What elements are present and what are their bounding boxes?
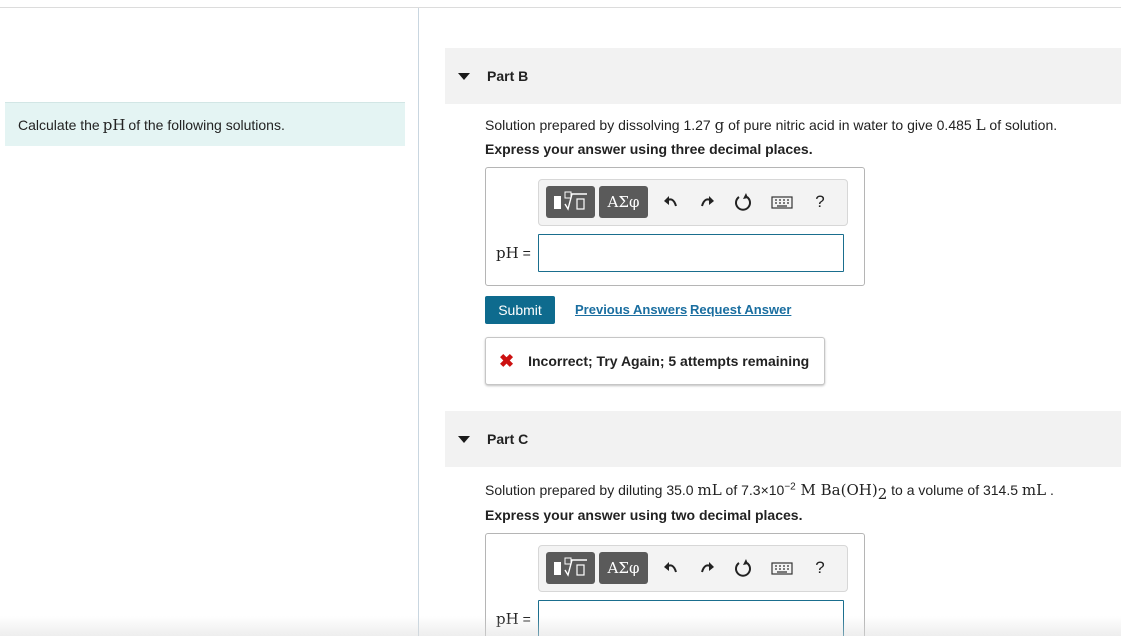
templates-button[interactable] <box>546 552 595 584</box>
redo-button[interactable] <box>694 554 720 582</box>
part-c-header[interactable]: Part C <box>445 411 1121 467</box>
part-b-ph-symbol: pH <box>496 244 519 262</box>
part-c-formula-subscript: 2 <box>877 484 888 503</box>
redo-icon <box>701 562 714 573</box>
error-x-icon: ✖ <box>499 350 515 371</box>
reset-icon <box>735 193 751 211</box>
intro-math-ph: pH <box>102 115 126 134</box>
intro-text-after: of the following solutions. <box>128 116 285 133</box>
part-c-answer-box: ΑΣφ ? pH = <box>485 533 865 636</box>
redo-icon <box>701 196 714 207</box>
greek-symbols-button[interactable]: ΑΣφ <box>599 186 648 218</box>
part-c-equals: = <box>518 611 531 627</box>
part-b-question-text-2: of pure nitric acid in water to give 0.4… <box>724 117 976 133</box>
part-c-question-text-1: Solution prepared by diluting 35.0 <box>485 482 698 498</box>
part-c-question-text-4: . <box>1046 482 1054 498</box>
caret-down-icon[interactable] <box>458 435 470 443</box>
part-b-question: Solution prepared by dissolving 1.27 g o… <box>485 116 1057 134</box>
undo-button[interactable] <box>658 188 684 216</box>
part-b-equals: = <box>518 245 531 261</box>
part-c-question-text-2: of 7.3×10 <box>721 482 785 498</box>
part-c-instruction: Express your answer using two decimal pl… <box>485 507 803 523</box>
help-button[interactable]: ? <box>807 554 833 582</box>
part-b-question-text-3: of solution. <box>985 117 1058 133</box>
part-b-unit-g: g <box>714 116 725 134</box>
caret-down-icon[interactable] <box>458 72 470 80</box>
greek-symbols-button[interactable]: ΑΣφ <box>599 552 648 584</box>
undo-button[interactable] <box>658 554 684 582</box>
part-c-title: Part C <box>487 431 529 447</box>
part-b-title: Part B <box>487 68 529 84</box>
templates-icon <box>553 557 587 577</box>
templates-button[interactable] <box>546 186 595 218</box>
keyboard-icon <box>771 196 793 209</box>
templates-icon <box>553 191 587 211</box>
part-b-unit-l: L <box>975 116 986 134</box>
math-toolbar: ΑΣφ ? <box>538 545 848 592</box>
math-toolbar: ΑΣφ ? <box>538 179 848 226</box>
part-b-answer-box: ΑΣφ ? pH = <box>485 167 865 286</box>
help-button[interactable]: ? <box>807 188 833 216</box>
part-c-question-text-3: to a volume of 314.5 <box>887 482 1022 498</box>
undo-icon <box>664 196 677 207</box>
intro-text-before: Calculate the <box>18 116 100 133</box>
keyboard-icon <box>771 562 793 575</box>
top-divider <box>0 7 1121 8</box>
reset-icon <box>735 559 751 577</box>
column-divider <box>418 8 419 636</box>
part-c-formula: M Ba(OH) <box>795 481 878 499</box>
part-c-exponent: −2 <box>784 481 796 493</box>
reset-button[interactable] <box>730 554 756 582</box>
request-answer-link[interactable]: Request Answer <box>690 302 791 317</box>
undo-icon <box>664 562 677 573</box>
keyboard-button[interactable] <box>767 554 797 582</box>
part-c-answer-label: pH = <box>496 610 531 628</box>
reset-button[interactable] <box>730 188 756 216</box>
part-c-ph-symbol: pH <box>496 610 519 628</box>
part-b-ph-input[interactable] <box>538 234 844 272</box>
feedback-panel: ✖ Incorrect; Try Again; 5 attempts remai… <box>485 337 825 385</box>
part-c-question: Solution prepared by diluting 35.0 mL of… <box>485 481 1054 503</box>
redo-button[interactable] <box>694 188 720 216</box>
part-b-answer-label: pH = <box>496 244 531 262</box>
submit-button[interactable]: Submit <box>485 296 555 324</box>
problem-intro: Calculate the pH of the following soluti… <box>5 102 405 146</box>
part-b-question-text-1: Solution prepared by dissolving 1.27 <box>485 117 715 133</box>
part-c-ph-input[interactable] <box>538 600 844 636</box>
part-c-unit-ml: mL <box>697 481 722 499</box>
part-b-header[interactable]: Part B <box>445 48 1121 104</box>
previous-answers-link[interactable]: Previous Answers <box>575 302 687 317</box>
part-c-unit-ml-2: mL <box>1021 481 1047 499</box>
keyboard-button[interactable] <box>767 188 797 216</box>
part-b-instruction: Express your answer using three decimal … <box>485 141 813 157</box>
feedback-text: Incorrect; Try Again; 5 attempts remaini… <box>528 353 810 369</box>
